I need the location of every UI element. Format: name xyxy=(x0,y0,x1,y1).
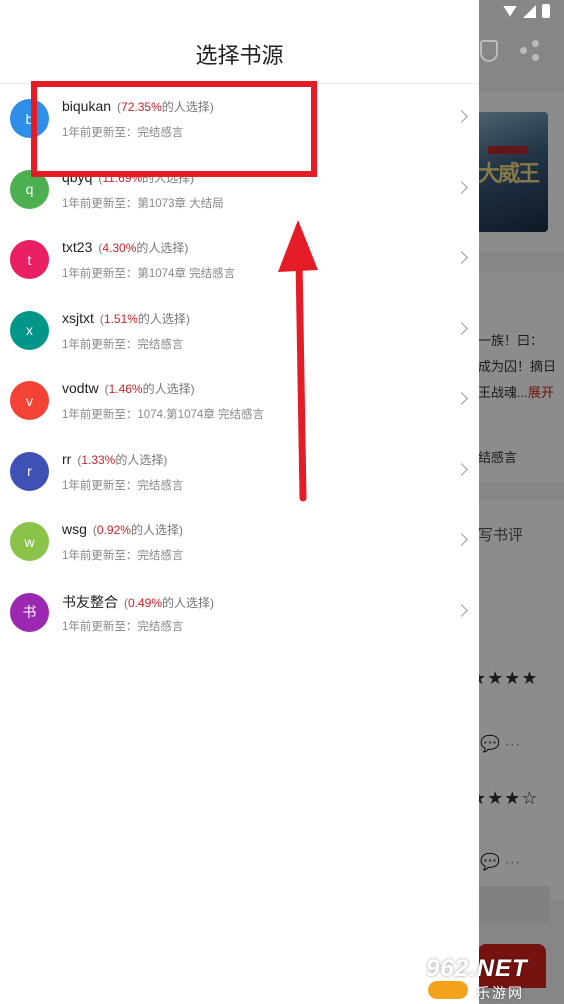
source-percent: 0.49% xyxy=(128,595,163,610)
source-share: (0.92%的人选择) xyxy=(93,523,183,537)
source-name-row: vodtw (1.46%的人选择) xyxy=(62,380,195,397)
share-suffix: 的人选择) xyxy=(130,523,183,537)
chevron-right-icon xyxy=(455,321,468,335)
source-update: 1年前更新至：第1073章 大结局 xyxy=(62,197,224,210)
source-share: (0.49%的人选择) xyxy=(124,596,214,610)
source-name-row: xsjtxt (1.51%的人选择) xyxy=(62,310,190,327)
source-name: 书友整合 xyxy=(62,593,118,610)
chevron-right-icon xyxy=(455,533,468,546)
signal-icon xyxy=(523,4,536,18)
chevron-right-icon xyxy=(455,603,468,617)
source-percent: 1.33% xyxy=(81,452,116,467)
chevron-right-icon xyxy=(455,462,468,476)
arrow-up-icon xyxy=(278,220,318,502)
source-share: (1.51%的人选择) xyxy=(100,312,190,326)
source-name: wsg xyxy=(62,521,87,537)
source-update: 1年前更新至：完结感言 xyxy=(62,620,184,633)
source-item[interactable]: t txt23 (4.30%的人选择) 1年前更新至：第1074章 完结感言 xyxy=(0,225,479,296)
source-item[interactable]: x xsjtxt (1.51%的人选择) 1年前更新至：完结感言 xyxy=(0,296,479,367)
source-share: (1.33%的人选择) xyxy=(77,453,167,467)
chevron-right-icon xyxy=(455,180,468,194)
highlight-box xyxy=(31,81,317,177)
source-name: txt23 xyxy=(62,239,93,255)
source-avatar: x xyxy=(10,310,49,350)
share-suffix: 的人选择) xyxy=(115,452,168,467)
drawer-header: 选择书源 xyxy=(0,0,479,84)
share-icon[interactable] xyxy=(520,40,540,61)
source-percent: 1.51% xyxy=(103,311,138,326)
source-item[interactable]: v vodtw (1.46%的人选择) 1年前更新至：1074.第1074章 完结感言 xyxy=(0,366,479,437)
source-update: 1年前更新至：第1074章 完结感言 xyxy=(62,268,236,280)
share-suffix: 的人选择) xyxy=(142,382,195,396)
watermark-badge xyxy=(428,981,468,999)
source-name: rr xyxy=(62,450,72,467)
chevron-right-icon xyxy=(455,392,468,405)
source-avatar: t xyxy=(10,240,49,279)
battery-icon xyxy=(542,4,550,18)
source-percent: 0.92% xyxy=(96,523,131,537)
source-share: (1.46%的人选择) xyxy=(105,382,195,396)
source-avatar: r xyxy=(10,451,49,491)
toolbar-icons xyxy=(480,40,540,62)
watermark-site: 乐游网 xyxy=(476,985,524,1001)
source-update: 1年前更新至：完结感言 xyxy=(62,479,184,492)
shield-icon[interactable] xyxy=(480,40,498,62)
source-percent: 1.46% xyxy=(108,382,143,396)
source-percent: 4.30% xyxy=(102,241,137,255)
share-suffix: 的人选择) xyxy=(162,595,215,610)
source-avatar: w xyxy=(10,522,49,561)
source-name-row: txt23 (4.30%的人选择) xyxy=(62,239,188,256)
source-share: (4.30%的人选择) xyxy=(98,241,188,255)
source-update: 1年前更新至：完结感言 xyxy=(62,550,184,562)
source-item[interactable]: r rr (1.33%的人选择) 1年前更新至：完结感言 xyxy=(0,437,479,508)
chevron-right-icon xyxy=(455,110,468,123)
source-name-row: rr (1.33%的人选择) xyxy=(62,451,167,468)
source-update: 1年前更新至：完结感言 xyxy=(62,338,184,351)
source-item[interactable]: w wsg (0.92%的人选择) 1年前更新至：完结感言 xyxy=(0,507,479,578)
status-bar xyxy=(503,4,550,18)
watermark-logo: 962.NET 乐游网 xyxy=(426,955,562,1001)
source-name-row: wsg (0.92%的人选择) xyxy=(62,521,183,538)
wifi-icon xyxy=(503,5,517,17)
source-name: vodtw xyxy=(62,380,99,396)
source-update: 1年前更新至：1074.第1074章 完结感言 xyxy=(62,409,264,421)
share-suffix: 的人选择) xyxy=(137,311,190,326)
source-name: xsjtxt xyxy=(62,309,94,326)
source-avatar: 书 xyxy=(10,592,49,632)
drawer-title: 选择书源 xyxy=(195,43,284,68)
share-suffix: 的人选择) xyxy=(136,241,189,255)
source-item[interactable]: 书书友整合 (0.49%的人选择) 1年前更新至：完结感言 xyxy=(0,578,479,649)
source-name-row: 书友整合 (0.49%的人选择) xyxy=(62,592,214,612)
chevron-right-icon xyxy=(455,251,468,264)
watermark-brand: 962.NET xyxy=(426,955,528,982)
source-avatar: v xyxy=(10,381,49,420)
